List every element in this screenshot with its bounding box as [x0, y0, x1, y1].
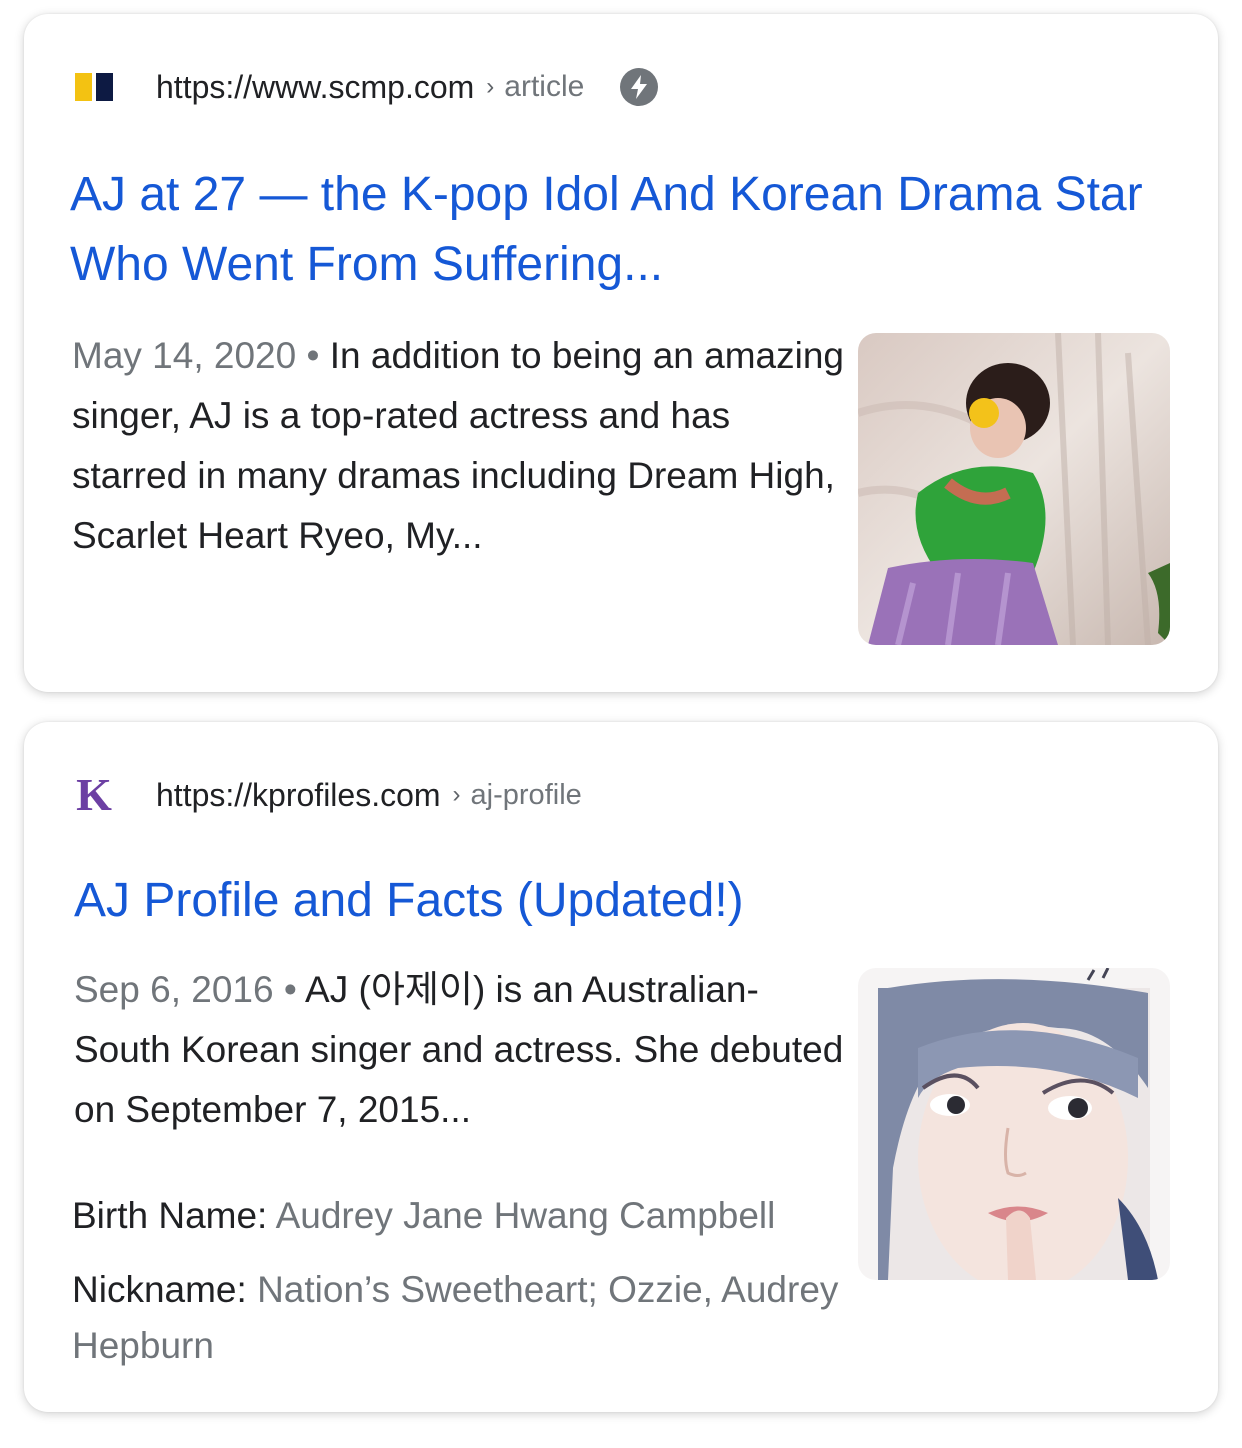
kprofiles-logo-letter: K [76, 769, 112, 820]
result-date: May 14, 2020 [72, 335, 297, 376]
result-source-row[interactable]: K https://kprofiles.com › aj-profile [74, 770, 582, 820]
search-result-card[interactable]: https://www.scmp.com › article AJ at 27 … [24, 14, 1218, 692]
date-bullet: • [273, 969, 306, 1010]
fact-nickname: Nickname: Nation’s Sweetheart; Ozzie, Au… [72, 1262, 852, 1374]
result-url[interactable]: https://www.scmp.com [156, 69, 474, 106]
result-title-link[interactable]: AJ Profile and Facts (Updated!) [74, 866, 1184, 936]
fact-label: Birth Name: [72, 1195, 268, 1236]
result-snippet: Sep 6, 2016 • AJ (아제이) is an Australian-… [74, 960, 854, 1140]
kprofiles-logo-icon: K [74, 769, 114, 820]
result-snippet: May 14, 2020 • In addition to being an a… [72, 326, 852, 566]
fact-label: Nickname: [72, 1269, 247, 1310]
result-source-row[interactable]: https://www.scmp.com › article [74, 62, 659, 112]
result-breadcrumb[interactable]: article [504, 70, 584, 104]
scmp-logo-icon [74, 67, 114, 107]
amp-lightning-icon [620, 68, 659, 106]
woman-green-dress-photo[interactable] [858, 333, 1170, 645]
search-result-card[interactable]: K https://kprofiles.com › aj-profile AJ … [24, 722, 1218, 1412]
result-title-link[interactable]: AJ at 27 — the K-pop Idol And Korean Dra… [70, 160, 1180, 300]
fact-birth-name: Birth Name: Audrey Jane Hwang Campbell [72, 1188, 852, 1244]
fact-value: Audrey Jane Hwang Campbell [275, 1195, 776, 1236]
result-breadcrumb[interactable]: aj-profile [471, 779, 582, 812]
date-bullet: • [296, 335, 330, 376]
result-date: Sep 6, 2016 [74, 969, 274, 1010]
breadcrumb-separator: › [486, 73, 495, 100]
result-url[interactable]: https://kprofiles.com [156, 777, 441, 814]
woman-portrait-photo[interactable] [858, 968, 1170, 1280]
breadcrumb-separator: › [452, 781, 461, 808]
